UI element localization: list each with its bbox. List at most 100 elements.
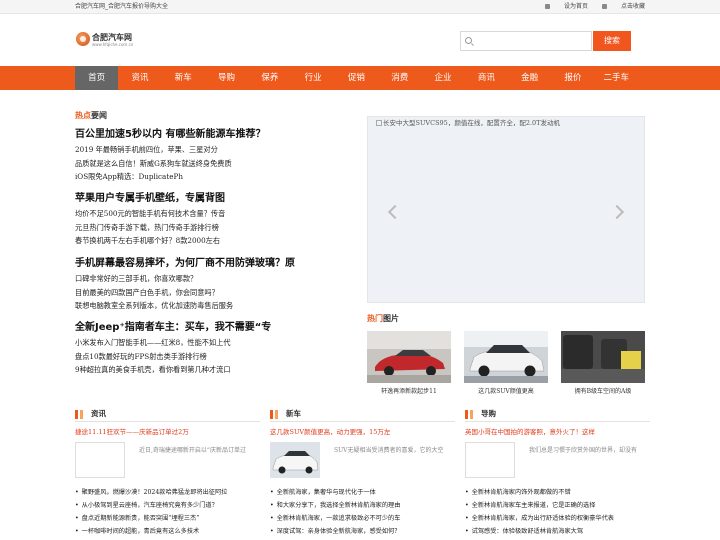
logo-mark-icon: [76, 32, 90, 46]
column-bar-icon: [470, 410, 473, 419]
column-header: 新车: [270, 408, 455, 422]
nav-item[interactable]: 金融: [508, 66, 551, 90]
slider-caption[interactable]: 长安中大型SUVCS95，颜值在线，配置齐全，配2.0T发动机: [376, 117, 560, 127]
column-feature[interactable]: 近日,奇瑞捷途哪新开启以“庆新品订单过: [75, 442, 260, 480]
top-links: 设为首页 点击收藏: [533, 0, 645, 14]
list-item[interactable]: 全新航海家，集奢华与现代化于一体: [270, 486, 455, 499]
news-item[interactable]: iOS限免App精选：DuplicatePh: [75, 170, 360, 184]
pic-card[interactable]: 这几款SUV颜值更高: [464, 331, 548, 395]
list-item[interactable]: 盘点近期新能源新贵，能否突围“埋程三杰”: [75, 512, 260, 525]
pic-caption: 这几款SUV颜值更高: [478, 388, 534, 395]
column-hot-link[interactable]: 这几款SUV颜值更高，动力更强，15万左: [270, 426, 455, 436]
bookmark-label: 点击收藏: [620, 3, 645, 10]
nav-item[interactable]: 二手车: [595, 66, 638, 90]
news-item[interactable]: 品质就是这么自信！斯威G系狗车就送终身免费质: [75, 157, 360, 171]
news-item[interactable]: 盘点10款最好玩的FPS射击类手游排行榜: [75, 350, 360, 364]
search-input[interactable]: [475, 33, 589, 49]
list-item[interactable]: 从小极驾到星云座椅，汽车座椅究竟有多少门道？: [75, 499, 260, 512]
broken-image-icon: [376, 120, 382, 126]
nav-item[interactable]: 新车: [162, 66, 205, 90]
hot-news-title-highlight: 热点: [75, 111, 91, 120]
hot-news-title-rest: 要闻: [91, 111, 107, 120]
column-bar-icon: [275, 410, 278, 419]
news-headline[interactable]: 手机屏幕最容易摔坏，为何厂商不用防弹玻璃？原: [75, 256, 360, 272]
column-news: 资讯 捷途11.11狂欢节——庆新品订单过2万 近日,奇瑞捷途哪新开启以“庆新品…: [75, 408, 260, 538]
column-bar-icon: [270, 410, 273, 419]
nav-item[interactable]: 企业: [421, 66, 464, 90]
car-photo-red-sedan[interactable]: [367, 331, 451, 383]
feature-thumbnail[interactable]: [465, 442, 515, 478]
news-item[interactable]: 元旦热门传奇手游下载，热门传奇手游排行榜: [75, 221, 360, 235]
slider-next-icon[interactable]: [609, 204, 625, 220]
car-photo-white-suv[interactable]: [464, 331, 548, 383]
nav-item[interactable]: 保养: [248, 66, 291, 90]
news-item[interactable]: 口碑非常好的三部手机，你喜欢哪款？: [75, 272, 360, 286]
list-item[interactable]: 全新林肯航海家，成为出行舒适体验的权衡豪华代表: [465, 512, 650, 525]
home-icon: [545, 4, 551, 9]
nav-item[interactable]: 行业: [291, 66, 334, 90]
feature-desc: 我们总是习惯于欣赏外国的世界，却没有: [529, 447, 638, 454]
search-box: [460, 31, 592, 51]
site-tagline: 合肥汽车网_合肥汽车报价导购大全: [75, 3, 169, 10]
column-header: 导购: [465, 408, 650, 422]
nav-item[interactable]: 首页: [75, 66, 119, 90]
feature-thumbnail-white-suv[interactable]: [270, 442, 320, 478]
hot-news-title: 热点要闻: [75, 110, 107, 121]
slider-prev-icon[interactable]: [387, 204, 403, 220]
column-title[interactable]: 新车: [286, 408, 301, 420]
list-item[interactable]: 全新林肯航海家车主来报道，它是正确的选择: [465, 499, 650, 512]
feature-desc: SUV无疑相当受消费者的喜爱，它的大空: [334, 447, 444, 454]
star-icon: [601, 4, 607, 9]
news-item[interactable]: 均价不足500元的智能手机有何技术含量？传音: [75, 207, 360, 221]
news-headline[interactable]: 苹果用户专属手机壁纸，专属背图: [75, 191, 360, 207]
search-button[interactable]: 搜索: [593, 31, 631, 51]
news-item[interactable]: 目前最美的四款国产白色手机，你会同意吗？: [75, 286, 360, 300]
search-icon: [465, 37, 472, 44]
news-item[interactable]: 小米发布入门智能手机——红米8，性能不如上代: [75, 336, 360, 350]
slider-caption-text: 长安中大型SUVCS95，颜值在线，配置齐全，配2.0T发动机: [383, 119, 560, 127]
column-title[interactable]: 导购: [481, 408, 496, 420]
bookmark-link[interactable]: 点击收藏: [601, 3, 645, 10]
feature-desc: 近日,奇瑞捷途哪新开启以“庆新品订单过: [139, 447, 246, 454]
column-bar-icon: [465, 410, 468, 419]
list-item[interactable]: 试驾感受：体验极致舒适林肯航海家大驾: [465, 525, 650, 538]
news-item[interactable]: 2019 年最畅销手机前四位，苹果、三星对分: [75, 143, 360, 157]
news-item[interactable]: 9种超拉真的美食手机壳，看你看到第几种才流口: [75, 363, 360, 377]
column-hot-link[interactable]: 捷途11.11狂欢节——庆新品订单过2万: [75, 426, 260, 436]
feature-thumbnail[interactable]: [75, 442, 125, 478]
nav-item[interactable]: 消费: [378, 66, 421, 90]
column-list: 全新航海家，集奢华与现代化于一体 和大家分享下，我选择全新林肯航海家的理由 全新…: [270, 486, 455, 538]
set-home-link[interactable]: 设为首页: [545, 3, 588, 10]
nav-item[interactable]: 商讯: [465, 66, 508, 90]
column-feature[interactable]: 我们总是习惯于欣赏外国的世界，却没有: [465, 442, 650, 480]
column-title[interactable]: 资讯: [91, 408, 106, 420]
set-home-label: 设为首页: [564, 3, 589, 10]
site-logo[interactable]: 合肥汽车网 www.hfqiche.com.cn: [76, 30, 146, 50]
list-item[interactable]: 全新林肯航海家，一款追求极致必不可少的车: [270, 512, 455, 525]
list-item[interactable]: 深度试驾：亲身体验全新航海家，感受如何？: [270, 525, 455, 538]
image-slider[interactable]: 长安中大型SUVCS95，颜值在线，配置齐全，配2.0T发动机: [367, 116, 645, 303]
car-photo-interior[interactable]: [561, 331, 645, 383]
pic-card[interactable]: 轩逸再添新款起步11: [367, 331, 451, 395]
list-item[interactable]: 聚野盛风，燃爆沙漠！2024款哈弗猛龙即将出征阿拉: [75, 486, 260, 499]
pic-caption: 拥有B级车空间的A级: [574, 388, 632, 395]
pic-card[interactable]: 拥有B级车空间的A级: [561, 331, 645, 395]
list-item[interactable]: 一杯咖啡时间的超能，青后竟有这么多技术: [75, 525, 260, 538]
list-item[interactable]: 和大家分享下，我选择全新林肯航海家的理由: [270, 499, 455, 512]
nav-list: 首页 资讯 新车 导购 保养 行业 促销 消费 企业 商讯 金融 报价 二手车: [75, 66, 638, 90]
list-item[interactable]: 全新林肯航海家内饰外观都做的不错: [465, 486, 650, 499]
nav-item[interactable]: 促销: [335, 66, 378, 90]
nav-item[interactable]: 报价: [551, 66, 594, 90]
news-headline[interactable]: 全新Jeep⁺指南者车主：买车，我不需要“专: [75, 320, 360, 336]
news-item[interactable]: 联想电脑教室全系列版本，优化加速防毒售后服务: [75, 299, 360, 313]
column-header: 资讯: [75, 408, 260, 422]
column-hot-link[interactable]: 英国小哥在中国拍的游客照，意外火了！这样: [465, 426, 650, 436]
column-feature[interactable]: SUV无疑相当受消费者的喜爱，它的大空: [270, 442, 455, 480]
news-item[interactable]: 春节换机两千左右手机哪个好？8款2000左右: [75, 234, 360, 248]
news-headline[interactable]: 百公里加速5秒以内 有哪些新能源车推荐？: [75, 127, 360, 143]
news-block: 百公里加速5秒以内 有哪些新能源车推荐？ 2019 年最畅销手机前四位，苹果、三…: [75, 127, 360, 184]
column-bar-icon: [80, 410, 83, 419]
nav-item[interactable]: 导购: [205, 66, 248, 90]
nav-item[interactable]: 资讯: [118, 66, 161, 90]
news-block: 苹果用户专属手机壁纸，专属背图 均价不足500元的智能手机有何技术含量？传音 元…: [75, 191, 360, 248]
